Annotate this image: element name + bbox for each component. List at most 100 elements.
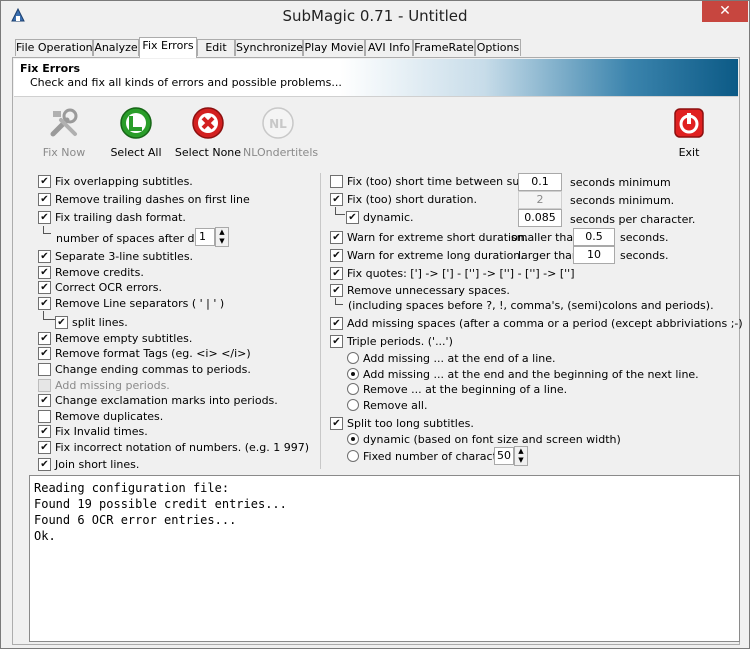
opt-warn-short[interactable]: Warn for extreme short duration.: [330, 231, 528, 246]
checkbox[interactable]: [38, 211, 51, 224]
checkbox[interactable]: [38, 297, 51, 310]
checkbox[interactable]: [38, 281, 51, 294]
spaces-after-dash-spinner[interactable]: ▲ ▼: [215, 227, 229, 247]
banner: Fix Errors Check and fix all kinds of er…: [14, 59, 738, 97]
opt-separate-3line[interactable]: Separate 3-line subtitles.: [38, 250, 193, 265]
opt-dynamic[interactable]: dynamic.: [346, 211, 414, 226]
checkbox[interactable]: [38, 332, 51, 345]
spin-up-icon[interactable]: ▲: [216, 228, 228, 237]
radio-remove-begin[interactable]: Remove ... at the beginning of a line.: [347, 383, 567, 398]
nlondertitels-button[interactable]: NL NLOndertitels: [243, 106, 318, 159]
checkbox[interactable]: [38, 347, 51, 360]
tab-avi-info[interactable]: AVI Info: [365, 39, 413, 56]
opt-fix-incorrect-notation[interactable]: Fix incorrect notation of numbers. (e.g.…: [38, 441, 309, 456]
spin-down-icon[interactable]: ▼: [515, 456, 527, 465]
checkbox[interactable]: [330, 267, 343, 280]
spin-down-icon[interactable]: ▼: [216, 237, 228, 246]
close-button[interactable]: ✕: [702, 1, 748, 22]
split-fixed-spinner[interactable]: ▲ ▼: [514, 446, 528, 466]
radio-split-fixed[interactable]: Fixed number of characters: [347, 450, 514, 465]
opt-label: Join short lines.: [55, 458, 140, 471]
radio[interactable]: [347, 433, 359, 445]
opt-add-missing-periods: Add missing periods.: [38, 379, 170, 394]
short-duration-input[interactable]: 2: [518, 191, 562, 209]
opt-remove-credits[interactable]: Remove credits.: [38, 266, 144, 281]
opt-remove-empty[interactable]: Remove empty subtitles.: [38, 332, 192, 347]
per-char-input[interactable]: 0.085: [518, 209, 562, 227]
warn-long-input[interactable]: 10: [573, 246, 615, 264]
opt-fix-trailing-dash[interactable]: Fix trailing dash format.: [38, 211, 186, 226]
tab-synchronize[interactable]: Synchronize: [235, 39, 303, 56]
warn-short-input[interactable]: 0.5: [573, 228, 615, 246]
fix-now-button[interactable]: Fix Now: [29, 106, 99, 159]
checkbox[interactable]: [346, 211, 359, 224]
radio[interactable]: [347, 368, 359, 380]
opt-fix-overlapping[interactable]: Fix overlapping subtitles.: [38, 175, 193, 190]
radio[interactable]: [347, 383, 359, 395]
title-bar[interactable]: SubMagic 0.71 - Untitled ✕: [1, 1, 749, 31]
opt-split-too-long[interactable]: Split too long subtitles.: [330, 417, 474, 432]
radio-add-missing-end[interactable]: Add missing ... at the end of a line.: [347, 352, 556, 367]
checkbox[interactable]: [38, 175, 51, 188]
checkbox[interactable]: [38, 458, 51, 471]
exit-button[interactable]: Exit: [654, 106, 724, 159]
opt-warn-long[interactable]: Warn for extreme long duration.: [330, 249, 524, 264]
tab-file-operations[interactable]: File Operations: [15, 39, 98, 56]
log-line: Ok.: [34, 529, 56, 543]
checkbox[interactable]: [38, 193, 51, 206]
opt-change-exclamation[interactable]: Change exclamation marks into periods.: [38, 394, 278, 409]
tab-play-movie[interactable]: Play Movie: [303, 39, 365, 56]
tab-options[interactable]: Options: [475, 39, 521, 56]
radio-remove-all[interactable]: Remove all.: [347, 399, 428, 414]
opt-join-short-lines[interactable]: Join short lines.: [38, 458, 139, 473]
short-time-unit: seconds minimum: [570, 176, 671, 189]
opt-remove-format-tags[interactable]: Remove format Tags (eg. <i> </i>): [38, 347, 251, 362]
opt-fix-short-duration[interactable]: Fix (too) short duration.: [330, 193, 477, 208]
short-time-input[interactable]: 0.1: [518, 173, 562, 191]
tab-framerate[interactable]: FrameRate: [413, 39, 475, 56]
tab-analyze[interactable]: Analyze: [93, 39, 139, 56]
log-output[interactable]: Reading configuration file: Found 19 pos…: [29, 475, 740, 642]
checkbox[interactable]: [38, 410, 51, 423]
opt-fix-invalid-times[interactable]: Fix Invalid times.: [38, 425, 148, 440]
checkbox[interactable]: [330, 335, 343, 348]
checkbox[interactable]: [38, 425, 51, 438]
checkbox[interactable]: [330, 417, 343, 430]
opt-label: Fix incorrect notation of numbers. (e.g.…: [55, 441, 310, 454]
checkbox[interactable]: [38, 266, 51, 279]
spaces-after-dash-input[interactable]: 1: [195, 228, 215, 246]
opt-split-lines[interactable]: split lines.: [55, 316, 128, 331]
checkbox[interactable]: [55, 316, 68, 329]
radio-add-missing-end-begin[interactable]: Add missing ... at the end and the begin…: [347, 368, 699, 383]
select-all-button[interactable]: Select All: [101, 106, 171, 159]
checkbox[interactable]: [330, 193, 343, 206]
checkbox[interactable]: [38, 363, 51, 376]
split-fixed-input[interactable]: 50: [494, 447, 514, 465]
opt-correct-ocr[interactable]: Correct OCR errors.: [38, 281, 162, 296]
checkbox[interactable]: [38, 441, 51, 454]
checkbox[interactable]: [38, 394, 51, 407]
checkbox[interactable]: [330, 249, 343, 262]
opt-remove-unnecessary-spaces[interactable]: Remove unnecessary spaces.: [330, 284, 510, 299]
checkbox[interactable]: [330, 231, 343, 244]
checkbox[interactable]: [330, 317, 343, 330]
radio[interactable]: [347, 450, 359, 462]
radio[interactable]: [347, 399, 359, 411]
spin-up-icon[interactable]: ▲: [515, 447, 527, 456]
opt-fix-quotes[interactable]: Fix quotes: ['] -> ['] - [''] -> [''] - …: [330, 267, 575, 282]
checkbox[interactable]: [330, 175, 343, 188]
tab-edit[interactable]: Edit: [197, 39, 235, 56]
opt-triple-periods[interactable]: Triple periods. ('...'): [330, 335, 453, 350]
opt-remove-duplicates[interactable]: Remove duplicates.: [38, 410, 163, 425]
checkbox[interactable]: [38, 250, 51, 263]
tab-fix-errors[interactable]: Fix Errors: [139, 37, 197, 58]
select-none-button[interactable]: Select None: [173, 106, 243, 159]
checkbox[interactable]: [330, 284, 343, 297]
power-icon: [674, 108, 704, 138]
opt-change-ending-commas[interactable]: Change ending commas to periods.: [38, 363, 251, 378]
opt-remove-trailing-dashes[interactable]: Remove trailing dashes on first line: [38, 193, 250, 208]
radio[interactable]: [347, 352, 359, 364]
opt-remove-line-separators[interactable]: Remove Line separators ( ' | ' ): [38, 297, 224, 312]
opt-add-missing-spaces[interactable]: Add missing spaces (after a comma or a p…: [330, 317, 743, 332]
radio-split-dynamic[interactable]: dynamic (based on font size and screen w…: [347, 433, 621, 448]
